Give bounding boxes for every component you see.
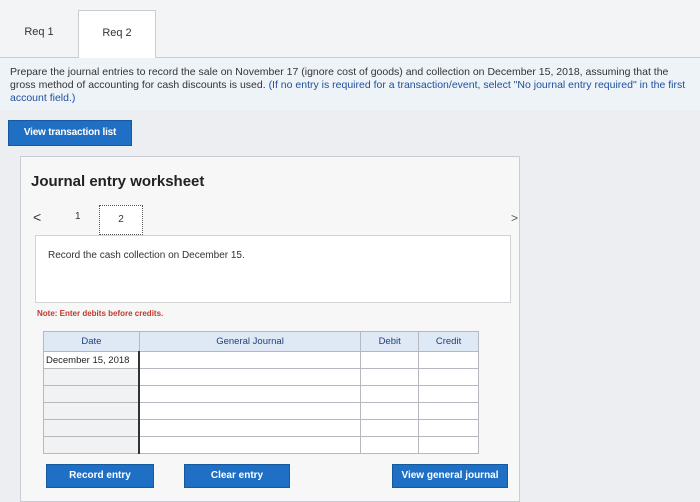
instructions-panel: Prepare the journal entries to record th… bbox=[0, 58, 700, 110]
account-field[interactable] bbox=[138, 419, 362, 437]
tab-bar: Req 1 Req 2 bbox=[0, 0, 700, 59]
debits-note: Note: Enter debits before credits. bbox=[37, 309, 164, 318]
entry-description: Record the cash collection on December 1… bbox=[48, 250, 245, 261]
table-row bbox=[43, 385, 479, 403]
date-cell[interactable] bbox=[43, 402, 140, 420]
account-field[interactable] bbox=[138, 436, 362, 454]
account-field[interactable] bbox=[138, 351, 362, 369]
date-cell[interactable] bbox=[43, 436, 140, 454]
column-header-general-journal: General Journal bbox=[138, 331, 362, 352]
credit-field[interactable] bbox=[418, 419, 479, 437]
debit-field[interactable] bbox=[360, 385, 420, 403]
tab-req-2[interactable]: Req 2 bbox=[78, 10, 156, 59]
debit-field[interactable] bbox=[360, 368, 420, 386]
table-row: December 15, 2018 bbox=[43, 351, 479, 369]
account-field[interactable] bbox=[138, 385, 362, 403]
credit-field[interactable] bbox=[418, 402, 479, 420]
column-header-date: Date bbox=[43, 331, 140, 352]
entry-description-box: Record the cash collection on December 1… bbox=[35, 235, 511, 303]
column-header-debit: Debit bbox=[360, 331, 420, 352]
journal-entry-worksheet: Journal entry worksheet < 1 2 > Record t… bbox=[20, 156, 520, 502]
debit-field[interactable] bbox=[360, 419, 420, 437]
date-cell[interactable]: December 15, 2018 bbox=[43, 351, 140, 369]
clear-entry-button[interactable]: Clear entry bbox=[184, 464, 290, 488]
table-row bbox=[43, 402, 479, 420]
debit-field[interactable] bbox=[360, 351, 420, 369]
column-header-credit: Credit bbox=[418, 331, 479, 352]
credit-field[interactable] bbox=[418, 436, 479, 454]
chevron-left-icon[interactable]: < bbox=[33, 209, 41, 225]
credit-field[interactable] bbox=[418, 385, 479, 403]
account-field[interactable] bbox=[138, 402, 362, 420]
pager-page-2[interactable]: 2 bbox=[99, 205, 143, 235]
debit-field[interactable] bbox=[360, 436, 420, 454]
debit-field[interactable] bbox=[360, 402, 420, 420]
date-cell[interactable] bbox=[43, 385, 140, 403]
chevron-right-icon[interactable]: > bbox=[511, 211, 518, 225]
date-cell[interactable] bbox=[43, 419, 140, 437]
table-row bbox=[43, 436, 479, 454]
worksheet-title: Journal entry worksheet bbox=[31, 173, 205, 190]
credit-field[interactable] bbox=[418, 368, 479, 386]
record-entry-button[interactable]: Record entry bbox=[46, 464, 154, 488]
table-row bbox=[43, 368, 479, 386]
view-general-journal-button[interactable]: View general journal bbox=[392, 464, 508, 488]
account-field[interactable] bbox=[138, 368, 362, 386]
date-cell[interactable] bbox=[43, 368, 140, 386]
credit-field[interactable] bbox=[418, 351, 479, 369]
pager-page-1[interactable]: 1 bbox=[75, 211, 81, 222]
journal-table: Date General Journal Debit Credit Decemb… bbox=[43, 331, 479, 454]
table-row bbox=[43, 419, 479, 437]
tab-req-1[interactable]: Req 1 bbox=[0, 10, 78, 58]
view-transaction-list-button[interactable]: View transaction list bbox=[8, 120, 132, 146]
